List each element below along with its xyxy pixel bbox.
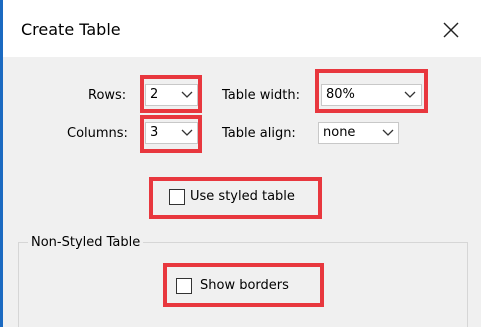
close-icon xyxy=(443,22,459,38)
non-styled-table-title: Non-Styled Table xyxy=(28,235,144,251)
show-borders-checkbox-row[interactable]: Show borders xyxy=(176,278,316,298)
table-width-label: Table width: xyxy=(222,88,300,103)
dialog-body: Rows: 2 Table width: 80% Columns: 3 Tabl… xyxy=(3,57,481,327)
show-borders-checkbox[interactable] xyxy=(176,278,192,294)
chevron-down-icon xyxy=(382,129,394,136)
chevron-down-icon xyxy=(404,91,416,98)
styled-table-checkbox[interactable] xyxy=(169,189,185,205)
table-align-label: Table align: xyxy=(222,126,296,141)
columns-value: 3 xyxy=(150,125,159,140)
table-align-value: none xyxy=(323,125,356,140)
chevron-down-icon xyxy=(181,91,193,98)
rows-select[interactable]: 2 xyxy=(145,84,198,106)
rows-value: 2 xyxy=(150,87,159,102)
title-bar: Create Table xyxy=(3,0,481,57)
table-width-value: 80% xyxy=(326,87,355,102)
dialog-title: Create Table xyxy=(21,20,121,39)
chevron-down-icon xyxy=(181,129,193,136)
columns-label: Columns: xyxy=(67,126,128,141)
styled-table-label: Use styled table xyxy=(190,189,295,204)
close-button[interactable] xyxy=(431,12,471,48)
create-table-dialog: Create Table Rows: 2 Table width: 80% Co… xyxy=(0,0,481,327)
table-width-select[interactable]: 80% xyxy=(321,84,422,106)
table-align-select[interactable]: none xyxy=(318,122,399,144)
styled-table-checkbox-row[interactable]: Use styled table xyxy=(169,189,319,209)
columns-select[interactable]: 3 xyxy=(145,122,198,144)
rows-label: Rows: xyxy=(88,88,127,103)
show-borders-label: Show borders xyxy=(200,278,289,293)
